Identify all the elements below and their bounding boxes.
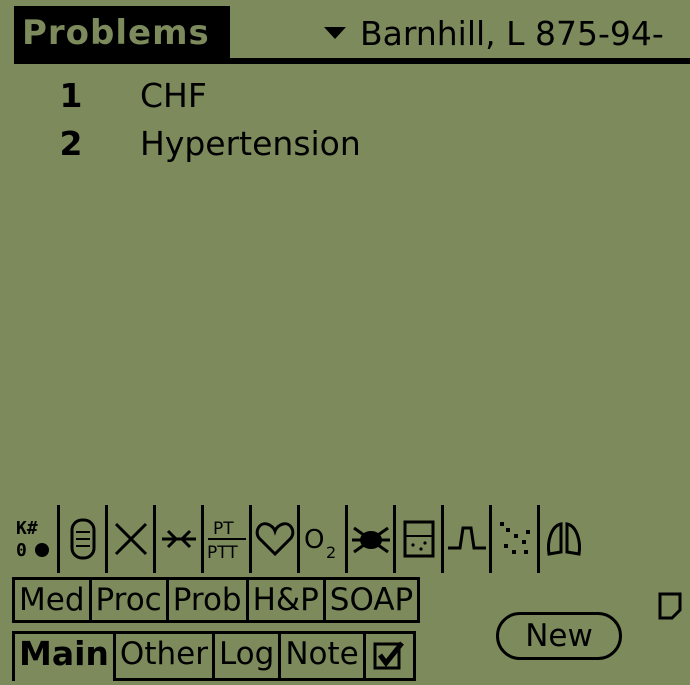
list-item[interactable]: 2 Hypertension <box>0 118 690 166</box>
svg-text:K#: K# <box>16 518 38 539</box>
problem-number: 1 <box>59 76 83 115</box>
bug-icon[interactable] <box>348 505 396 573</box>
list-item[interactable]: 1 CHF <box>0 70 690 118</box>
dropdown-triangle-icon <box>324 27 346 39</box>
patient-name: Barnhill, L 875-94- <box>360 13 664 53</box>
tab-log[interactable]: Log <box>214 631 282 681</box>
new-button[interactable]: New <box>496 612 622 660</box>
lungs-icon[interactable] <box>540 505 588 573</box>
category-tabs-row1: Med Proc Prob H&P SOAP <box>12 577 421 623</box>
problem-name: CHF <box>140 76 207 115</box>
iv-bag-icon[interactable] <box>60 505 108 573</box>
icon-toolbar: K# 0 PT PTT O2 <box>12 505 690 573</box>
kx-icon[interactable]: K# 0 <box>12 505 60 573</box>
svg-text:PTT: PTT <box>207 543 238 563</box>
svg-text:2: 2 <box>326 543 336 562</box>
tab-hp[interactable]: H&P <box>248 577 326 623</box>
tab-med[interactable]: Med <box>12 577 92 623</box>
heart-icon[interactable] <box>252 505 300 573</box>
x-cross-icon[interactable] <box>108 505 156 573</box>
checkbox-checked-icon <box>373 641 405 670</box>
tab-main[interactable]: Main <box>12 631 116 681</box>
tab-checklist[interactable] <box>365 631 416 681</box>
title-rule <box>14 58 690 64</box>
category-tabs-row2: Main Other Log Note <box>12 631 416 681</box>
tab-proc[interactable]: Proc <box>91 577 169 623</box>
urine-cup-icon[interactable] <box>396 505 444 573</box>
svg-text:0: 0 <box>16 540 27 561</box>
note-icon[interactable] <box>658 592 682 620</box>
oxygen-icon[interactable]: O2 <box>300 505 348 573</box>
svg-text:O: O <box>304 525 324 555</box>
problem-number: 2 <box>59 124 83 163</box>
problem-list: 1 CHF 2 Hypertension <box>0 70 690 166</box>
svg-text:PT: PT <box>213 519 234 539</box>
tab-other[interactable]: Other <box>115 631 215 681</box>
tab-note[interactable]: Note <box>281 631 366 681</box>
tab-prob[interactable]: Prob <box>168 577 249 623</box>
title-bar: Problems Barnhill, L 875-94- <box>0 0 690 66</box>
xray-icon[interactable] <box>492 505 540 573</box>
problem-name: Hypertension <box>140 124 361 163</box>
pt-ptt-icon[interactable]: PT PTT <box>204 505 252 573</box>
page-title[interactable]: Problems <box>14 6 230 60</box>
patient-selector[interactable]: Barnhill, L 875-94- <box>324 8 664 58</box>
arrow-converge-icon[interactable] <box>156 505 204 573</box>
waveform-icon[interactable] <box>444 505 492 573</box>
tab-soap[interactable]: SOAP <box>325 577 421 623</box>
